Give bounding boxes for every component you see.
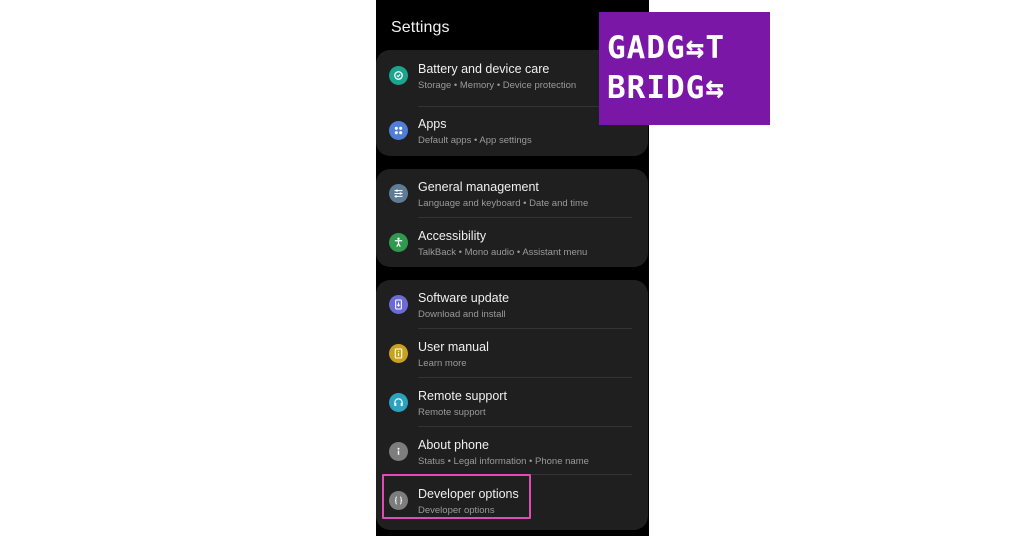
- row-subtitle: Storage • Memory • Device protection: [418, 80, 577, 91]
- row-subtitle: Remote support: [418, 407, 486, 418]
- divider: [418, 377, 632, 378]
- accessibility-icon: [389, 233, 408, 252]
- manual-icon: [389, 344, 408, 363]
- apps-icon: [389, 121, 408, 140]
- info-icon: [389, 442, 408, 461]
- page-title: Settings: [391, 19, 450, 36]
- row-title: Apps: [418, 117, 447, 131]
- divider: [418, 328, 632, 329]
- sliders-icon: [389, 184, 408, 203]
- row-subtitle: Default apps • App settings: [418, 135, 532, 146]
- battery-care-icon: [389, 66, 408, 85]
- divider: [418, 426, 632, 427]
- headset-icon: [389, 393, 408, 412]
- row-subtitle: TalkBack • Mono audio • Assistant menu: [418, 247, 588, 258]
- row-subtitle: Language and keyboard • Date and time: [418, 198, 589, 209]
- divider: [418, 217, 632, 218]
- logo-line-1: GADG⇆T: [607, 30, 725, 66]
- settings-item-remote-support[interactable]: Remote support Remote support: [376, 379, 648, 427]
- settings-group-management: General management Language and keyboard…: [376, 169, 648, 267]
- settings-item-about-phone[interactable]: About phone Status • Legal information •…: [376, 428, 648, 476]
- row-title: Battery and device care: [418, 62, 550, 76]
- settings-item-accessibility[interactable]: Accessibility TalkBack • Mono audio • As…: [376, 219, 648, 267]
- row-title: Accessibility: [418, 229, 487, 243]
- row-title: About phone: [418, 438, 489, 452]
- settings-item-general-management[interactable]: General management Language and keyboard…: [376, 170, 648, 218]
- row-title: User manual: [418, 340, 489, 354]
- row-title: Remote support: [418, 389, 507, 403]
- row-subtitle: Status • Legal information • Phone name: [418, 456, 589, 467]
- row-subtitle: Learn more: [418, 358, 467, 369]
- settings-item-software-update[interactable]: Software update Download and install: [376, 281, 648, 329]
- row-subtitle: Download and install: [418, 309, 506, 320]
- gadget-bridge-logo: GADG⇆T BRIDG⇆: [599, 12, 770, 125]
- developer-options-highlight: [382, 474, 531, 519]
- logo-line-2: BRIDG⇆: [607, 70, 725, 106]
- row-title: Software update: [418, 291, 510, 305]
- software-update-icon: [389, 295, 408, 314]
- settings-item-user-manual[interactable]: User manual Learn more: [376, 330, 648, 378]
- row-title: General management: [418, 180, 539, 194]
